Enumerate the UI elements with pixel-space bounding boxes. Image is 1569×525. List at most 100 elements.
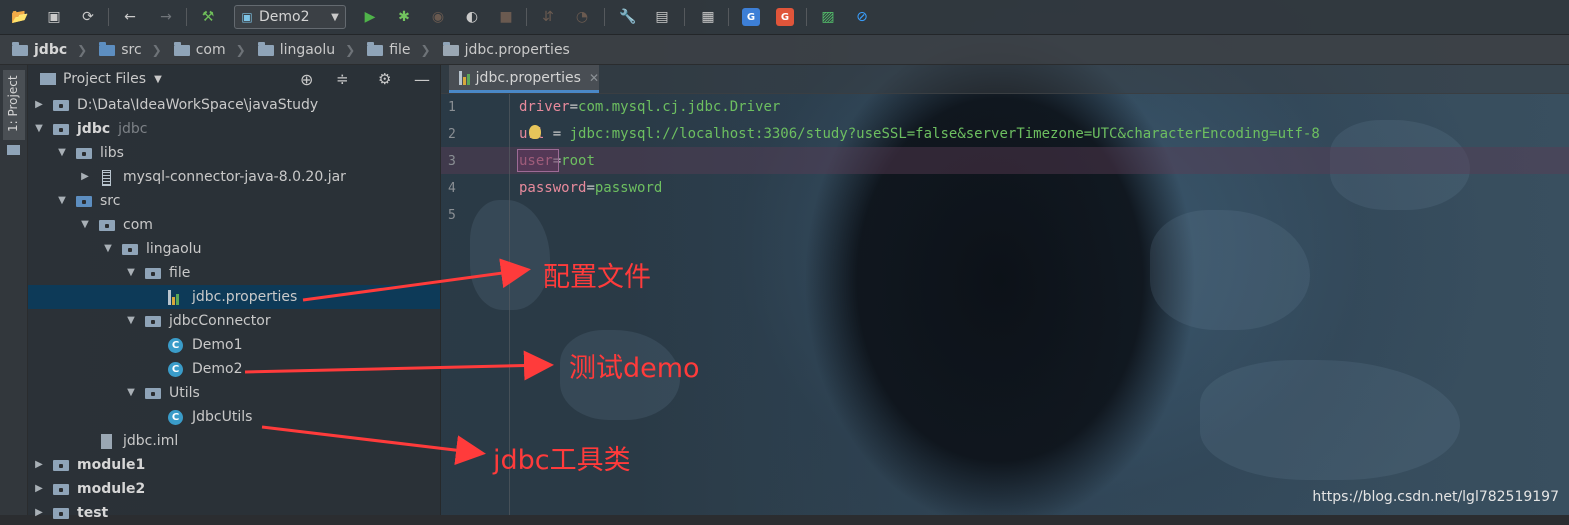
- tree-item[interactable]: ▶ module2: [28, 477, 440, 501]
- breadcrumb-properties[interactable]: jdbc.properties: [431, 42, 570, 58]
- tree-item[interactable]: ▶ module1: [28, 453, 440, 477]
- line-number: 1: [448, 100, 456, 115]
- code-line[interactable]: password=password: [519, 180, 662, 196]
- run-icon[interactable]: ▶: [360, 7, 380, 27]
- package-icon: [122, 242, 138, 256]
- line-number: 5: [448, 208, 456, 223]
- current-line-highlight: [441, 147, 1569, 174]
- class-icon: ▣: [241, 10, 253, 24]
- history-icon[interactable]: ◔: [572, 7, 592, 27]
- open-icon[interactable]: 📂: [10, 7, 30, 27]
- chevron-down-icon[interactable]: ▼: [125, 381, 137, 405]
- annotation-config-file: 配置文件: [543, 262, 651, 293]
- tree-item[interactable]: ▶ test: [28, 501, 440, 525]
- breadcrumb-label: src: [121, 41, 142, 58]
- breadcrumb-com[interactable]: com ❯: [162, 42, 246, 58]
- tree-item[interactable]: ▼ lingaolu: [28, 237, 440, 261]
- forward-icon[interactable]: →: [156, 7, 176, 27]
- tree-item[interactable]: jdbc.properties: [28, 285, 440, 309]
- chevron-down-icon[interactable]: ▼: [56, 189, 68, 213]
- chevron-down-icon[interactable]: ▼: [33, 117, 45, 141]
- tab-jdbc-properties[interactable]: jdbc.properties ✕: [449, 65, 599, 93]
- locate-icon[interactable]: ⊕: [300, 70, 313, 89]
- tree-item[interactable]: C Demo2: [28, 357, 440, 381]
- back-icon[interactable]: ←: [120, 7, 140, 27]
- breadcrumb-label: lingaolu: [279, 41, 336, 58]
- tab-label: jdbc.properties: [475, 69, 581, 86]
- separator: =: [544, 126, 570, 142]
- close-icon[interactable]: ✕: [589, 71, 599, 85]
- property-value: com.mysql.cj.jdbc.Driver: [578, 99, 781, 115]
- tree-item[interactable]: ▼ file: [28, 261, 440, 285]
- tree-item-label: com: [123, 217, 153, 233]
- tree-item[interactable]: ▼ jdbc jdbc: [28, 117, 440, 141]
- breadcrumb-lingaolu[interactable]: lingaolu ❯: [246, 41, 355, 58]
- chevron-down-icon[interactable]: ▼: [154, 74, 162, 85]
- tree-item[interactable]: ▼ com: [28, 213, 440, 237]
- project-view-selector[interactable]: Project Files: [63, 71, 146, 87]
- iml-file-icon: [99, 434, 115, 449]
- chevron-down-icon[interactable]: ▼: [102, 237, 114, 261]
- tree-item[interactable]: C JdbcUtils: [28, 405, 440, 429]
- chevron-right-icon[interactable]: ▶: [33, 93, 45, 117]
- save-icon[interactable]: ▣: [44, 7, 64, 27]
- translate-icon[interactable]: G: [742, 8, 760, 26]
- tree-item-label: src: [100, 193, 121, 209]
- breadcrumb-src[interactable]: src ❯: [87, 42, 162, 58]
- tree-item[interactable]: ▼ jdbcConnector: [28, 309, 440, 333]
- chevron-right-icon[interactable]: ▶: [33, 477, 45, 501]
- block-icon[interactable]: ⊘: [852, 7, 872, 27]
- breadcrumb-file[interactable]: file ❯: [355, 41, 431, 58]
- tree-item-label: jdbc.properties: [192, 289, 298, 305]
- properties-file-icon: [168, 290, 184, 305]
- vcs-icon[interactable]: ⇵: [538, 7, 558, 27]
- project-tool-tab[interactable]: 1: Project: [3, 70, 25, 140]
- chevron-right-icon[interactable]: ▶: [33, 501, 45, 525]
- property-value: password: [594, 180, 663, 196]
- chevron-down-icon[interactable]: ▼: [125, 309, 137, 333]
- tree-item[interactable]: C Demo1: [28, 333, 440, 357]
- folder-icon: [40, 73, 56, 85]
- minimize-icon[interactable]: —: [414, 70, 430, 89]
- sdk-icon[interactable]: ▦: [698, 7, 718, 27]
- tree-item-label: lingaolu: [146, 241, 202, 257]
- collapse-icon[interactable]: ≑: [336, 70, 349, 88]
- identifier-highlight: [517, 149, 559, 172]
- chevron-down-icon[interactable]: ▼: [56, 141, 68, 165]
- tree-item[interactable]: jdbc.iml: [28, 429, 440, 453]
- run-configuration-select[interactable]: ▣ Demo2 ▼: [234, 5, 346, 29]
- code-line[interactable]: driver=com.mysql.cj.jdbc.Driver: [519, 99, 780, 115]
- coverage-icon[interactable]: ◉: [428, 7, 448, 27]
- build-icon[interactable]: ⚒: [198, 7, 218, 27]
- chevron-right-icon[interactable]: ▶: [79, 165, 91, 189]
- tree-item[interactable]: ▶ mysql-connector-java-8.0.20.jar: [28, 165, 440, 189]
- tree-item-label: jdbc jdbc: [77, 121, 148, 137]
- monitor-icon[interactable]: ▨: [818, 7, 838, 27]
- tree-item[interactable]: ▼ libs: [28, 141, 440, 165]
- profile-icon[interactable]: ◐: [462, 7, 482, 27]
- editor-tab-bar: jdbc.properties ✕: [441, 65, 1569, 94]
- tree-item[interactable]: ▼ src: [28, 189, 440, 213]
- chevron-down-icon[interactable]: ▼: [125, 261, 137, 285]
- lightbulb-icon[interactable]: [529, 125, 541, 139]
- gear-icon[interactable]: ⚙: [378, 70, 391, 88]
- chevron-down-icon[interactable]: ▼: [79, 213, 91, 237]
- tree-item[interactable]: ▶ D:\Data\IdeaWorkSpace\javaStudy: [28, 93, 440, 117]
- folder-icon: [99, 42, 116, 56]
- debug-icon[interactable]: ✱: [394, 7, 414, 27]
- folder-icon[interactable]: [7, 145, 20, 155]
- structure-icon[interactable]: ▤: [652, 7, 672, 27]
- separator: =: [569, 99, 579, 115]
- breadcrumb-label: jdbc: [34, 41, 68, 58]
- translate-alt-icon[interactable]: G: [776, 8, 794, 26]
- project-tool-tab-label: 1: Project: [6, 75, 20, 132]
- code-line[interactable]: url = jdbc:mysql://localhost:3306/study?…: [519, 126, 1320, 142]
- breadcrumb-label: file: [389, 41, 411, 58]
- chevron-right-icon[interactable]: ▶: [33, 453, 45, 477]
- tree-item[interactable]: ▼ Utils: [28, 381, 440, 405]
- stop-icon[interactable]: ■: [496, 7, 516, 27]
- annotation-jdbc-utils: jdbc工具类: [493, 445, 631, 476]
- sync-icon[interactable]: ⟳: [78, 7, 98, 27]
- settings-icon[interactable]: 🔧: [618, 7, 638, 27]
- breadcrumb-jdbc[interactable]: jdbc ❯: [0, 42, 87, 58]
